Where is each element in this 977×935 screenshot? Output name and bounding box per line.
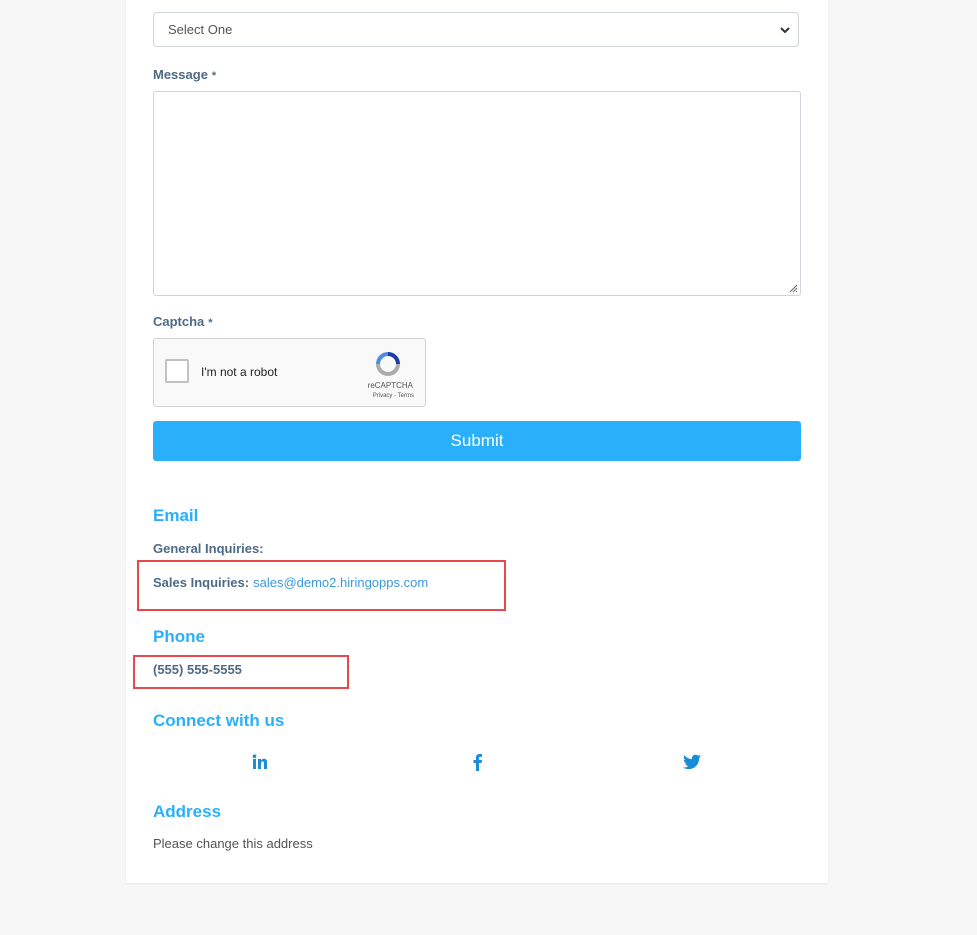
required-mark: * bbox=[208, 317, 213, 329]
submit-button[interactable]: Submit bbox=[153, 421, 801, 461]
required-mark: * bbox=[211, 70, 217, 82]
topic-select[interactable]: Select One bbox=[153, 12, 799, 47]
highlight-box-phone bbox=[133, 655, 349, 689]
general-inquiries-label: General Inquiries: bbox=[153, 541, 264, 556]
message-label: Message * bbox=[153, 67, 216, 82]
resize-grip-icon[interactable] bbox=[789, 284, 798, 293]
email-heading: Email bbox=[153, 506, 199, 525]
recaptcha-brand: reCAPTCHA bbox=[367, 381, 413, 390]
highlight-box-email bbox=[137, 560, 506, 611]
phone-heading: Phone bbox=[153, 627, 205, 646]
topic-select-value: Select One bbox=[168, 22, 233, 37]
chevron-down-icon bbox=[780, 27, 790, 34]
address-text: Please change this address bbox=[153, 836, 313, 851]
facebook-icon bbox=[473, 754, 482, 771]
address-heading: Address bbox=[153, 802, 222, 821]
recaptcha-checkbox-label: I'm not a robot bbox=[201, 365, 278, 379]
linkedin-link[interactable] bbox=[249, 751, 271, 773]
captcha-label-text: Captcha bbox=[153, 314, 205, 329]
message-label-text: Message bbox=[153, 67, 208, 82]
twitter-link[interactable] bbox=[681, 751, 703, 773]
twitter-icon bbox=[683, 754, 701, 770]
message-textarea[interactable] bbox=[153, 91, 801, 296]
linkedin-icon bbox=[252, 754, 267, 769]
facebook-link[interactable] bbox=[466, 751, 488, 773]
recaptcha-checkbox[interactable] bbox=[165, 359, 189, 383]
recaptcha-logo-icon bbox=[376, 352, 400, 376]
connect-heading: Connect with us bbox=[153, 711, 285, 730]
recaptcha-widget: I'm not a robot reCAPTCHA Privacy - Term… bbox=[153, 338, 426, 407]
recaptcha-links[interactable]: Privacy - Terms bbox=[373, 393, 414, 399]
captcha-label: Captcha * bbox=[153, 314, 213, 329]
